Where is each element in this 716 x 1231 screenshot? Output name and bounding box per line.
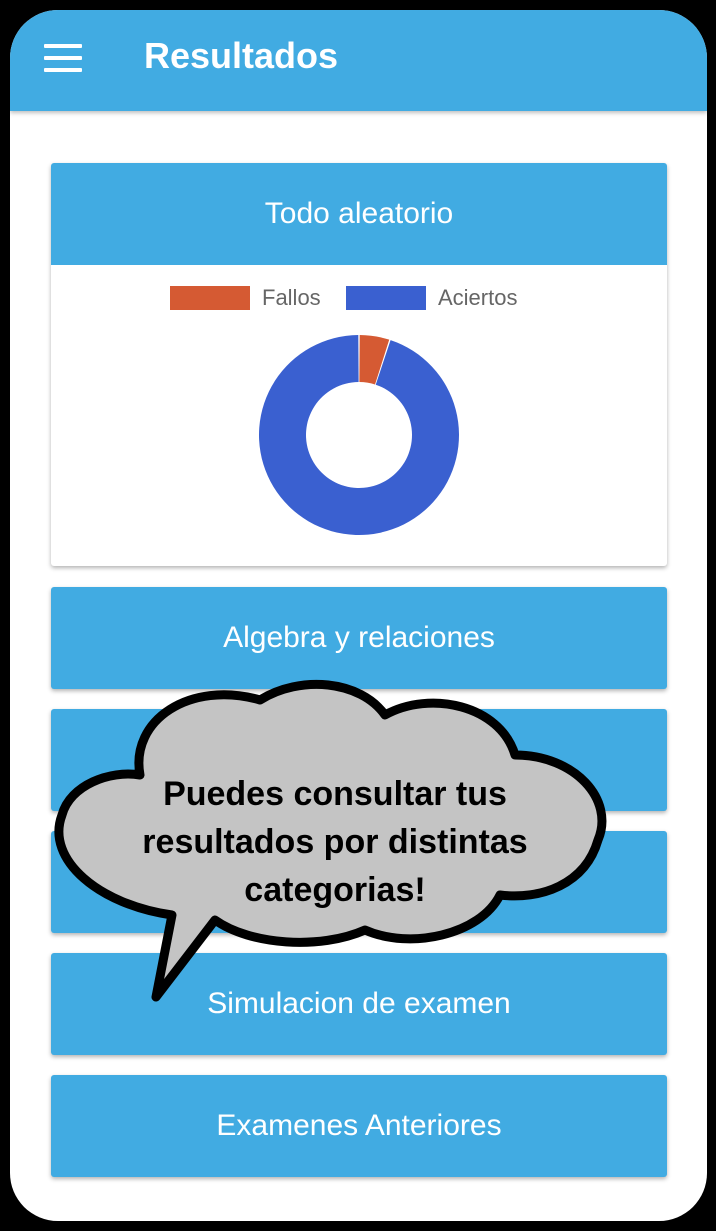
page-title: Resultados [144, 35, 339, 76]
app-bar: Resultados [10, 10, 707, 111]
category-button-algebra[interactable]: Algebra y relaciones [51, 587, 667, 689]
donut-slice-aciertos [259, 335, 459, 535]
hamburger-menu-icon[interactable] [44, 44, 82, 72]
results-chart-card: Todo aleatorio Fallos Aciertos [51, 163, 667, 566]
donut-chart [259, 335, 459, 535]
chart-area: Fallos Aciertos [51, 265, 667, 566]
card-title[interactable]: Todo aleatorio [51, 163, 667, 265]
speech-bubble-line-3: categorias! [244, 871, 426, 909]
speech-bubble-line-1: Puedes consultar tus [163, 775, 507, 813]
speech-bubble-text: Puedes consultar tus resultados por dist… [110, 770, 560, 914]
speech-bubble-line-2: resultados por distintas [142, 823, 528, 861]
category-button-simulacion[interactable]: Simulacion de examen [51, 953, 667, 1055]
category-button-examenes[interactable]: Examenes Anteriores [51, 1075, 667, 1177]
phone-screen: Resultados Todo aleatorio Fallos Acierto… [10, 10, 707, 1221]
